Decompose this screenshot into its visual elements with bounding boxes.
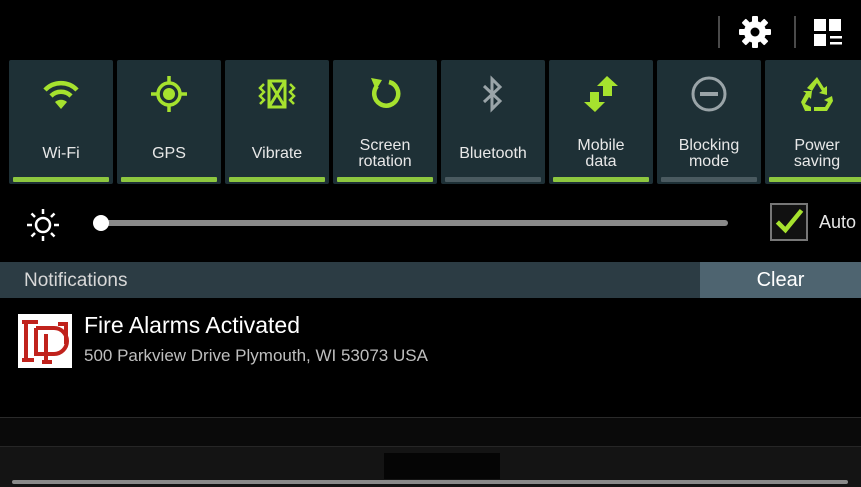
brightness-row: Auto	[0, 196, 861, 256]
brightness-icon	[27, 209, 59, 241]
tile-status-bar	[661, 177, 757, 182]
power-saving-icon	[801, 77, 833, 111]
empty-area	[0, 418, 861, 446]
tile-status-bar	[337, 177, 433, 182]
tile-status-bar	[13, 177, 109, 182]
quick-toggle-mobile-data[interactable]: Mobile data	[549, 60, 653, 184]
separator	[794, 16, 796, 48]
footer-slot	[384, 453, 500, 479]
drag-handle[interactable]	[12, 480, 848, 484]
clear-button[interactable]: Clear	[700, 262, 861, 298]
quick-toggle-gps[interactable]: GPS	[117, 60, 221, 184]
tile-status-bar	[121, 177, 217, 182]
wifi-icon	[43, 80, 79, 109]
tile-edit-icon[interactable]	[812, 17, 844, 49]
quick-settings-panel: Wi-Fi GPS Vibrate Screen rotation Blueto…	[0, 60, 861, 184]
notifications-title: Notifications	[24, 270, 128, 291]
tile-label: Wi-Fi	[42, 145, 80, 162]
quick-toggle-blocking-mode[interactable]: Blocking mode	[657, 60, 761, 184]
tile-label: Blocking mode	[678, 137, 740, 170]
notification-item[interactable]: Fire Alarms Activated 500 Parkview Drive…	[0, 300, 861, 416]
tile-status-bar	[553, 177, 649, 182]
gps-icon	[151, 76, 187, 112]
vibrate-icon	[258, 79, 296, 109]
tile-label: Power saving	[793, 137, 841, 170]
mobile-data-icon	[584, 76, 618, 112]
separator	[718, 16, 720, 48]
notification-title: Fire Alarms Activated	[84, 312, 301, 338]
brightness-slider-track[interactable]	[100, 220, 728, 226]
notifications-header: Notifications Clear	[0, 262, 861, 298]
tile-label: Screen rotation	[358, 137, 412, 170]
bluetooth-icon	[482, 75, 503, 113]
tile-status-bar	[229, 177, 325, 182]
notification-subtitle: 500 Parkview Drive Plymouth, WI 53073 US…	[84, 346, 428, 365]
quick-toggle-bluetooth[interactable]: Bluetooth	[441, 60, 545, 184]
tile-status-bar	[445, 177, 541, 182]
fire-department-logo	[18, 314, 72, 368]
brightness-slider-thumb[interactable]	[93, 215, 109, 231]
top-bar	[0, 0, 861, 58]
quick-toggle-screen-rotation[interactable]: Screen rotation	[333, 60, 437, 184]
blocking-mode-icon	[691, 76, 727, 112]
tile-label: Vibrate	[251, 145, 303, 162]
tile-label: GPS	[152, 145, 186, 162]
quick-toggle-wifi[interactable]: Wi-Fi	[9, 60, 113, 184]
settings-gear-icon[interactable]	[737, 14, 773, 50]
tile-status-bar	[769, 177, 861, 182]
checkmark-icon	[775, 208, 804, 234]
tile-label: Bluetooth	[459, 145, 527, 162]
screen-rotation-icon	[371, 78, 401, 108]
panel-footer	[0, 447, 861, 487]
quick-toggle-vibrate[interactable]: Vibrate	[225, 60, 329, 184]
auto-brightness-label: Auto	[819, 212, 857, 232]
auto-brightness-checkbox[interactable]	[770, 203, 808, 241]
tile-label: Mobile data	[577, 137, 625, 170]
quick-toggle-power-saving[interactable]: Power saving	[765, 60, 861, 184]
